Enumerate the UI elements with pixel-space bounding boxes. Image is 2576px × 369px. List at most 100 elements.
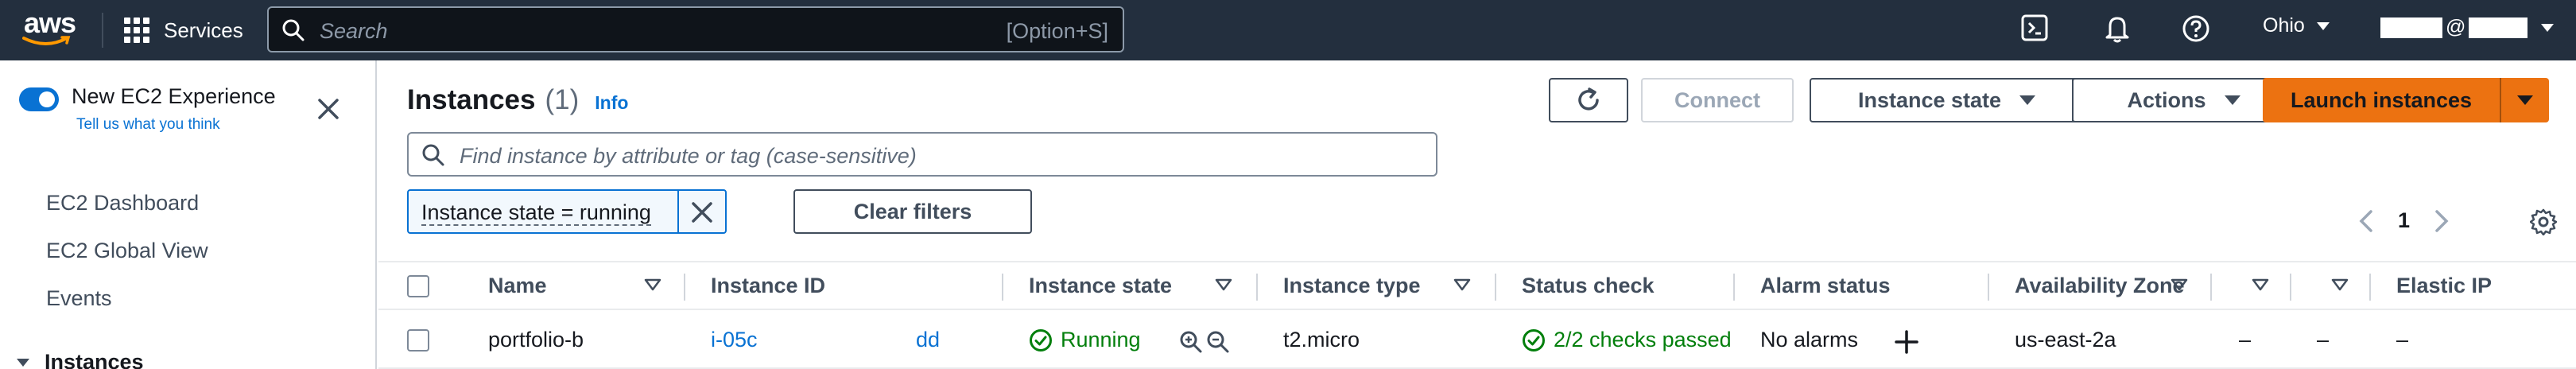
cell-extra-1: – (2239, 328, 2252, 352)
search-icon (282, 19, 305, 41)
select-all-checkbox[interactable] (407, 275, 429, 297)
column-divider (1495, 274, 1496, 301)
filter-token-label[interactable]: Instance state = running (421, 200, 651, 226)
instance-count: (1) (545, 84, 580, 115)
cell-elastic-ip: – (2396, 328, 2409, 352)
account-menu[interactable]: @ (2380, 16, 2555, 39)
feedback-link[interactable]: Tell us what you think (76, 116, 220, 134)
column-divider (1256, 274, 1258, 301)
refresh-button[interactable] (1549, 78, 1628, 122)
cell-extra-2: – (2317, 328, 2330, 352)
current-page[interactable]: 1 (2398, 208, 2410, 233)
column-header-instance-state[interactable]: Instance state (1029, 274, 1172, 298)
cell-instance-id-suffix[interactable]: dd (916, 328, 940, 352)
sidebar-section-instances[interactable]: Instances (16, 350, 144, 369)
caret-down-icon (2019, 95, 2036, 105)
column-divider (1733, 274, 1735, 301)
launch-instances-label: Launch instances (2290, 87, 2473, 112)
sort-icon[interactable] (1215, 278, 1232, 291)
cell-name: portfolio-b (488, 328, 584, 352)
column-divider (2369, 274, 2371, 301)
sidebar-section-label: Instances (45, 350, 144, 369)
bell-icon[interactable] (2104, 14, 2131, 43)
help-icon[interactable] (2182, 14, 2210, 43)
column-header-instance-type[interactable]: Instance type (1283, 274, 1421, 298)
instance-state-dropdown[interactable]: Instance state (1810, 78, 2085, 122)
region-label: Ohio (2263, 14, 2305, 37)
caret-down-icon (17, 358, 29, 367)
aws-logo[interactable]: aws (22, 6, 76, 51)
redacted-account-id (2469, 17, 2528, 38)
status-check-text: 2/2 checks passed (1554, 328, 1732, 352)
connect-button[interactable]: Connect (1641, 78, 1794, 122)
main-content: Instances (1) Info Connect Instance stat… (378, 60, 2576, 369)
add-alarm-icon[interactable] (1894, 329, 1919, 355)
grid-icon (124, 17, 149, 43)
column-header-status-check[interactable]: Status check (1522, 274, 1655, 298)
cell-instance-id[interactable]: i-05c (711, 328, 758, 352)
column-header-alarm-status[interactable]: Alarm status (1760, 274, 1891, 298)
column-divider (684, 274, 685, 301)
sort-icon[interactable] (2252, 278, 2269, 291)
launch-instances-menu-button[interactable] (2500, 78, 2549, 122)
sidebar: New EC2 Experience Tell us what you thin… (0, 60, 377, 369)
dismiss-filter-icon[interactable] (689, 199, 716, 226)
chevron-left-icon[interactable] (2358, 209, 2374, 233)
instance-state-label: Instance state (1857, 87, 2002, 112)
global-search-input[interactable]: Search [Option+S] (267, 6, 1124, 52)
toggle-knob (39, 91, 55, 107)
column-header-instance-id[interactable]: Instance ID (711, 274, 825, 298)
aws-smile-icon (22, 36, 71, 45)
close-icon[interactable] (316, 97, 340, 121)
redacted-account-name (2380, 17, 2442, 38)
sort-icon[interactable] (2331, 278, 2349, 291)
sort-icon[interactable] (644, 278, 661, 291)
sidebar-item-ec2-global-view[interactable]: EC2 Global View (46, 239, 208, 263)
search-shortcut-hint: [Option+S] (1006, 19, 1108, 43)
gear-icon[interactable] (2530, 208, 2557, 235)
region-selector[interactable]: Ohio (2263, 14, 2330, 37)
cell-alarm-status: No alarms (1760, 328, 1859, 352)
account-at-sign: @ (2446, 16, 2466, 38)
instance-filter-input[interactable]: Find instance by attribute or tag (case-… (407, 132, 1437, 177)
info-link[interactable]: Info (595, 92, 628, 114)
caret-down-icon (2316, 21, 2330, 30)
launch-instances-button[interactable]: Launch instances (2263, 78, 2500, 122)
actions-label: Actions (2127, 87, 2206, 112)
filter-placeholder: Find instance by attribute or tag (case-… (460, 144, 917, 168)
column-header-availability-zone[interactable]: Availability Zone (2015, 274, 2185, 298)
cloudshell-icon[interactable] (2021, 14, 2048, 41)
new-experience-toggle[interactable] (19, 87, 59, 111)
services-menu-button[interactable]: Services (124, 11, 243, 49)
column-header-name[interactable]: Name (488, 274, 547, 298)
sidebar-item-events[interactable]: Events (46, 286, 112, 311)
sidebar-item-ec2-dashboard[interactable]: EC2 Dashboard (46, 191, 199, 216)
cell-status-check: 2/2 checks passed (1522, 328, 1732, 352)
sort-icon[interactable] (1453, 278, 1471, 291)
row-checkbox[interactable] (407, 329, 429, 352)
page-heading: Instances (1) Info (407, 84, 628, 116)
cell-instance-type: t2.micro (1283, 328, 1360, 352)
chevron-right-icon[interactable] (2434, 209, 2450, 233)
column-header-elastic-ip[interactable]: Elastic IP (2396, 274, 2492, 298)
table-row[interactable]: portfolio-b i-05c dd Running t2.micro 2/… (378, 312, 2576, 369)
pagination: 1 (2358, 208, 2450, 233)
status-success-icon (1523, 328, 1545, 352)
sort-icon[interactable] (2171, 278, 2188, 291)
caret-down-icon (2224, 95, 2240, 105)
clear-filters-label: Clear filters (853, 199, 972, 223)
token-divider (677, 191, 679, 232)
column-divider (2290, 274, 2291, 301)
column-divider (2210, 274, 2212, 301)
filter-token: Instance state = running (407, 189, 727, 234)
column-divider (1988, 274, 1989, 301)
zoom-in-icon[interactable] (1178, 329, 1204, 355)
caret-down-icon (2517, 95, 2533, 105)
cell-instance-state: Running (1029, 328, 1141, 352)
instance-state-text: Running (1061, 328, 1141, 352)
zoom-out-icon[interactable] (1205, 329, 1231, 355)
top-navigation: aws Services Search [Option+S] Ohio @ (0, 0, 2576, 60)
page-title: Instances (407, 84, 536, 115)
refresh-icon (1578, 87, 1599, 111)
clear-filters-button[interactable]: Clear filters (793, 189, 1032, 234)
